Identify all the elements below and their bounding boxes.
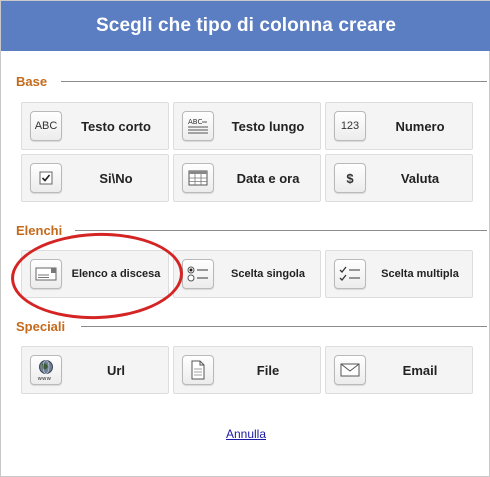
number-icon-glyph: 123 — [340, 120, 360, 132]
tile-label: Data e ora — [236, 170, 300, 186]
section-elenchi-heading: Elenchi — [16, 222, 62, 238]
section-speciali-divider — [81, 326, 487, 327]
section-elenchi-label: Elenchi — [16, 222, 63, 238]
tile-label: Email — [402, 362, 438, 378]
tile-label: Testo lungo — [231, 118, 305, 134]
section-elenchi-divider — [75, 230, 487, 231]
column-type-valuta-button[interactable]: $ Valuta — [325, 154, 473, 202]
radio-list-icon-graphic — [187, 266, 208, 282]
section-base-divider — [61, 81, 487, 82]
dropdown-list-icon — [30, 259, 62, 289]
svg-text:ABC: ABC — [188, 118, 202, 126]
tile-label: Si\No — [99, 170, 133, 186]
envelope-icon-graphic — [340, 363, 360, 377]
section-speciali-heading: Speciali — [16, 318, 65, 334]
checkbox-icon — [30, 163, 62, 193]
tile-label: Numero — [395, 118, 445, 134]
checklist-icon — [334, 259, 366, 289]
tile-label: Testo corto — [81, 118, 151, 134]
column-type-email-button[interactable]: Email — [325, 346, 473, 394]
column-type-scelta-multipla-button[interactable]: Scelta multipla — [325, 250, 473, 298]
envelope-icon — [334, 355, 366, 385]
long-text-icon: ABC — [182, 111, 214, 141]
column-type-scelta-singola-button[interactable]: Scelta singola — [173, 250, 321, 298]
dropdown-list-icon-graphic — [35, 267, 57, 281]
section-speciali-label: Speciali — [16, 318, 66, 334]
tile-label: Scelta singola — [231, 268, 305, 280]
section-base-heading: Base — [16, 73, 47, 89]
dollar-icon-glyph: $ — [346, 170, 354, 186]
column-type-testo-lungo-button[interactable]: ABC Testo lungo — [173, 102, 321, 150]
calendar-icon-graphic — [188, 170, 208, 186]
cancel-link-container: Annulla — [1, 425, 490, 443]
dialog-title: Scegli che tipo di colonna creare — [96, 15, 396, 36]
column-type-si-no-button[interactable]: Si\No — [21, 154, 169, 202]
globe-icon: www — [30, 355, 62, 385]
column-type-testo-corto-button[interactable]: ABC Testo corto — [21, 102, 169, 150]
abc-text-icon: ABC — [30, 111, 62, 141]
tile-label: Scelta multipla — [381, 268, 459, 280]
checklist-icon-graphic — [339, 266, 360, 281]
dollar-icon: $ — [334, 163, 366, 193]
document-icon-graphic — [191, 360, 205, 380]
tile-label: Valuta — [400, 170, 440, 186]
radio-list-icon — [182, 259, 214, 289]
column-type-url-button[interactable]: www Url — [21, 346, 169, 394]
column-type-numero-button[interactable]: 123 Numero — [325, 102, 473, 150]
section-base-label: Base — [16, 73, 48, 89]
column-type-file-button[interactable]: File — [173, 346, 321, 394]
tile-label: File — [256, 362, 280, 378]
abc-text-icon-glyph: ABC — [34, 120, 58, 132]
checkbox-icon-graphic — [39, 171, 53, 185]
cancel-link[interactable]: Annulla — [226, 427, 266, 441]
document-icon — [182, 355, 214, 385]
tile-label: Elenco a discesa — [71, 268, 161, 280]
column-type-elenco-discesa-button[interactable]: Elenco a discesa — [21, 250, 169, 298]
long-text-icon-graphic: ABC — [188, 118, 208, 134]
dialog-header: Scegli che tipo di colonna creare — [1, 1, 490, 51]
tile-label: Url — [106, 362, 126, 378]
number-icon: 123 — [334, 111, 366, 141]
dialog: Scegli che tipo di colonna creare Base A… — [0, 0, 490, 477]
svg-text:www: www — [38, 376, 52, 381]
globe-icon-graphic: www — [38, 360, 53, 381]
column-type-data-ora-button[interactable]: Data e ora — [173, 154, 321, 202]
calendar-icon — [182, 163, 214, 193]
